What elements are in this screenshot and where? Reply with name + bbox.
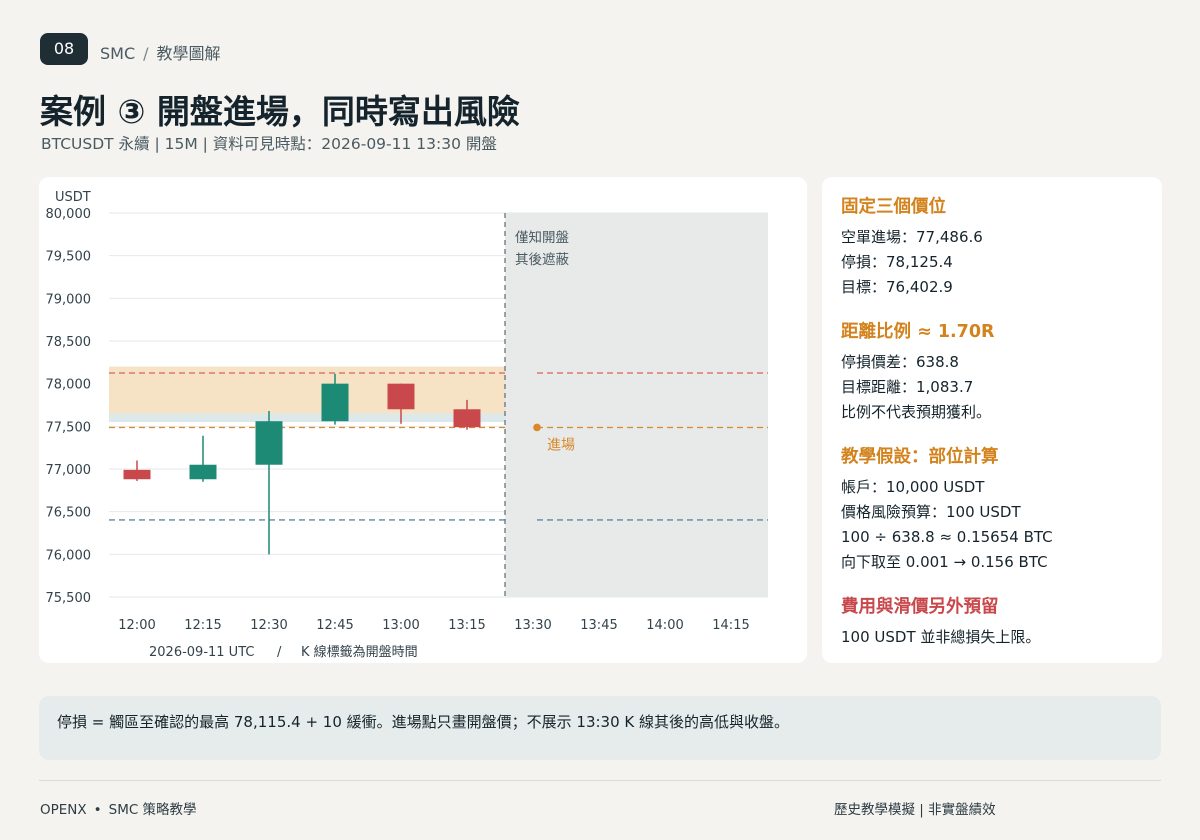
support-zone xyxy=(109,413,505,423)
stop-price-line: 停損：78,125.4 xyxy=(841,253,953,271)
y-tick-label: 80,000 xyxy=(46,207,92,222)
y-tick-label: 76,500 xyxy=(46,506,92,521)
fixed-levels-heading: 固定三個價位 xyxy=(841,197,946,217)
stop-distance-line: 停損價差：638.8 xyxy=(841,353,959,371)
brand-name: OPENX xyxy=(40,802,87,818)
x-tick-label: 14:15 xyxy=(712,618,749,633)
x-tick-label: 14:00 xyxy=(646,618,683,633)
y-tick-label: 78,500 xyxy=(46,335,92,350)
candlestick-chart: 80,000 79,500 79,000 78,500 78,000 77,500 77,0… xyxy=(46,190,768,660)
size-rounding-line: 向下取至 0.001 → 0.156 BTC xyxy=(841,553,1048,571)
fees-section: 費用與滑價另外預留 100 USDT 並非總損失上限。 xyxy=(841,593,1150,650)
x-tick-label: 12:15 xyxy=(184,618,221,633)
x-tick-label: 12:30 xyxy=(250,618,287,633)
x-tick-label: 13:00 xyxy=(382,618,419,633)
position-sizing-heading: 教學假設：部位計算 xyxy=(841,447,999,467)
ratio-disclaimer-line: 比例不代表預期獲利。 xyxy=(841,403,992,421)
x-tick-label: 13:45 xyxy=(580,618,617,633)
entry-price-line: 空單進場：77,486.6 xyxy=(841,228,983,246)
target-distance-line: 目標距離：1,083.7 xyxy=(841,378,974,396)
size-calc-line: 100 ÷ 638.8 ≈ 0.15654 BTC xyxy=(841,528,1053,546)
footer-brand: OPENX • SMC 策略教學 xyxy=(40,798,197,818)
position-sizing-section: 教學假設：部位計算 帳戶：10,000 USDT 價格風險預算：100 USDT… xyxy=(841,443,1150,575)
x-tick-label: 13:30 xyxy=(514,618,551,633)
candle-body-1215 xyxy=(189,464,217,480)
x-tick-label: 12:45 xyxy=(316,618,353,633)
candle-body-1315 xyxy=(453,409,481,428)
masked-future-region xyxy=(505,213,768,597)
target-price-line: 目標：76,402.9 xyxy=(841,278,953,296)
brand-dot: • xyxy=(93,802,102,818)
x-tick-label: 13:15 xyxy=(448,618,485,633)
page-subtitle: BTCUSDT 永續 | 15M | 資料可見時點：2026-09-11 13:… xyxy=(41,135,497,153)
breadcrumb-section: SMC xyxy=(100,44,136,63)
section-number-badge: 08 xyxy=(40,33,88,65)
candle-body-1245 xyxy=(321,383,349,422)
mask-label-line-1: 僅知開盤 xyxy=(515,229,569,246)
y-tick-label: 79,000 xyxy=(46,292,92,307)
entry-label: 進場 xyxy=(547,437,575,453)
fees-heading: 費用與滑價另外預留 xyxy=(841,597,999,617)
ratio-heading: 距離比例 ≈ 1.70R xyxy=(841,322,995,342)
y-tick-label: 77,000 xyxy=(46,463,92,478)
breadcrumb-page: 教學圖解 xyxy=(156,44,221,63)
footer-disclaimer: 歷史教學模擬 | 非實盤績效 xyxy=(834,802,996,818)
y-axis-label: USDT xyxy=(55,190,91,205)
breadcrumb: SMC / 教學圖解 xyxy=(100,40,221,64)
candle-body-1230 xyxy=(255,421,283,465)
note-text: 停損 = 觸區至確認的最高 78,115.4 + 10 緩衝。進場點只畫開盤價；… xyxy=(57,713,790,731)
ratio-section: 距離比例 ≈ 1.70R 停損價差：638.8 目標距離：1,083.7 比例不… xyxy=(841,318,1150,425)
y-tick-label: 75,500 xyxy=(46,591,92,606)
x-tick-label: 12:00 xyxy=(118,618,155,633)
risk-budget-line: 價格風險預算：100 USDT xyxy=(841,503,1021,521)
supply-zone xyxy=(109,366,505,414)
account-line: 帳戶：10,000 USDT xyxy=(841,478,985,496)
fees-note-line: 100 USDT 並非總損失上限。 xyxy=(841,628,1041,646)
x-footer-note: K 線標籤為開盤時間 xyxy=(301,644,418,660)
stop-explanation-note: 停損 = 觸區至確認的最高 78,115.4 + 10 緩衝。進場點只畫開盤價；… xyxy=(39,696,1161,760)
candle-body-1300 xyxy=(387,383,415,410)
risk-summary-panel: 固定三個價位 空單進場：77,486.6 停損：78,125.4 目標：76,4… xyxy=(822,177,1162,663)
y-tick-label: 77,500 xyxy=(46,420,92,435)
chart-card: 80,000 79,500 79,000 78,500 78,000 77,500 77,0… xyxy=(39,177,807,663)
breadcrumb-separator: / xyxy=(143,44,149,63)
candle-body-1200 xyxy=(123,469,151,480)
x-footer-date: 2026-09-11 UTC xyxy=(149,645,254,660)
y-tick-label: 78,000 xyxy=(46,378,92,393)
y-tick-label: 79,500 xyxy=(46,250,92,265)
fixed-levels-section: 固定三個價位 空單進場：77,486.6 停損：78,125.4 目標：76,4… xyxy=(841,193,1150,300)
entry-marker xyxy=(533,423,541,432)
mask-label-line-2: 其後遮蔽 xyxy=(515,252,569,268)
brand-tagline: SMC 策略教學 xyxy=(108,802,197,818)
footer-divider xyxy=(39,780,1161,781)
x-footer-separator: / xyxy=(277,645,282,660)
page-title: 案例 ③ 開盤進場，同時寫出風險 xyxy=(40,92,520,131)
y-tick-label: 76,000 xyxy=(46,548,92,563)
